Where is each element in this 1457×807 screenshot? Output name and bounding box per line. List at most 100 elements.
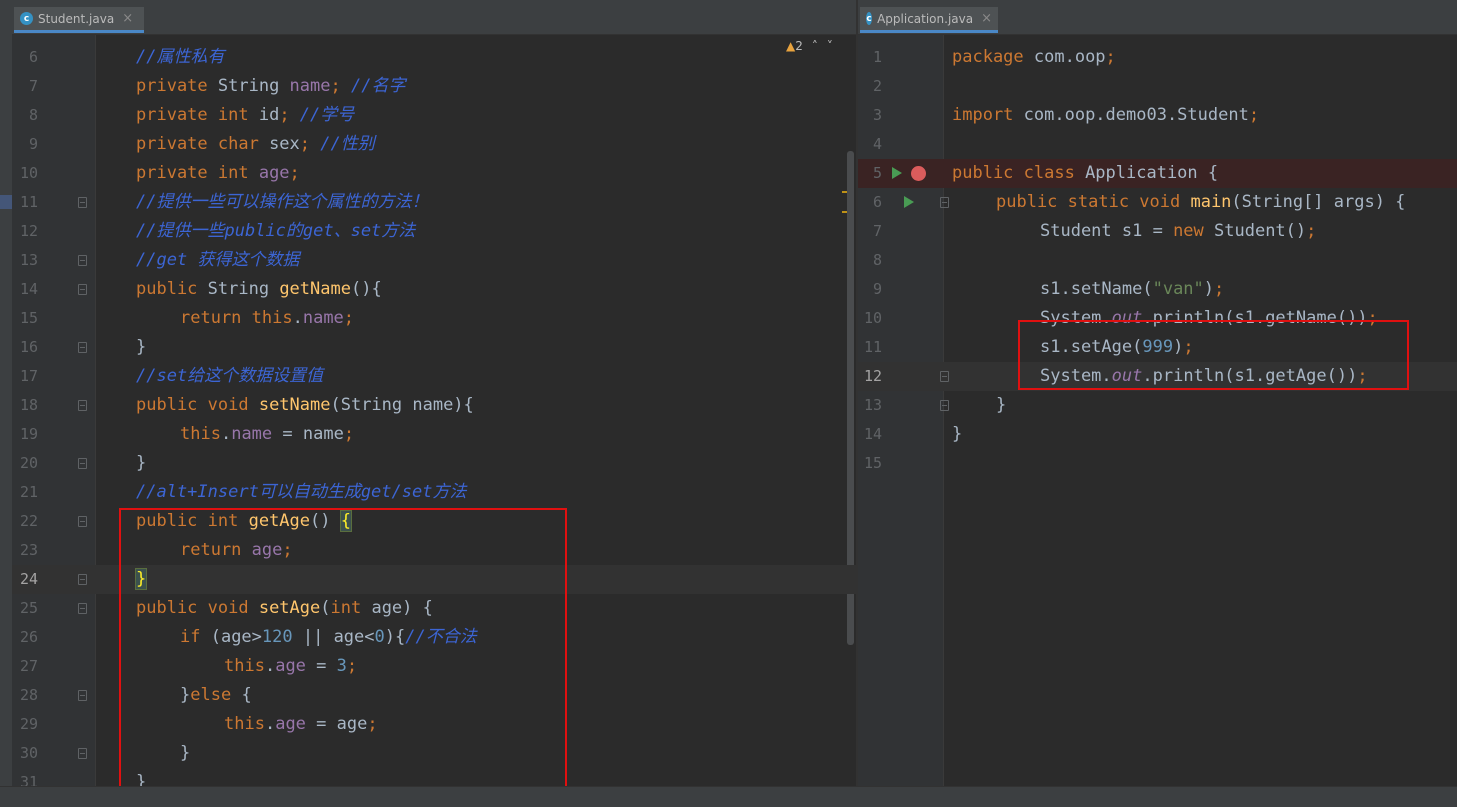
code-line[interactable]: 7 Student s1 = new Student(); [858, 217, 1457, 246]
code-token: sex [269, 134, 300, 154]
run-icon[interactable] [904, 196, 914, 208]
code-line[interactable]: 21 //alt+Insert可以自动生成get/set方法 [12, 478, 856, 507]
code-token: new [1173, 221, 1215, 241]
code-token: Application { [1085, 163, 1219, 183]
code-token: ; [1214, 279, 1225, 299]
code-line[interactable]: 17 //set给这个数据设置值 [12, 362, 856, 391]
code-text: return this.name; [180, 304, 354, 333]
code-token: import [952, 105, 1024, 125]
code-token: package [952, 47, 1034, 67]
fold-marker-icon[interactable] [78, 690, 87, 701]
tab-application-java[interactable]: c Application.java × [860, 7, 998, 33]
code-line[interactable]: 15 [858, 449, 1457, 478]
code-line[interactable]: 12 //提供一些public的get、set方法 [12, 217, 856, 246]
left-tab-bar: c Student.java × [12, 0, 856, 35]
code-line[interactable]: 19 this.name = name; [12, 420, 856, 449]
code-line[interactable]: 4 [858, 130, 1457, 159]
close-icon[interactable]: × [122, 11, 133, 26]
code-token: //提供一些public的get、set方法 [136, 221, 416, 241]
code-token: com.oop.demo03.Student [1023, 105, 1249, 125]
tool-strip-marker [0, 195, 12, 209]
code-line[interactable]: 1 package com.oop; [858, 43, 1457, 72]
fold-marker-icon[interactable] [940, 371, 949, 382]
code-token: String [207, 279, 280, 299]
code-line[interactable]: 6 //属性私有 [12, 43, 856, 72]
code-token: } [996, 395, 1007, 415]
code-line[interactable]: 13 //get 获得这个数据 [12, 246, 856, 275]
fold-marker-icon[interactable] [78, 284, 87, 295]
code-line[interactable]: 11 //提供一些可以操作这个属性的方法！ [12, 188, 856, 217]
line-number: 13 [863, 396, 882, 414]
line-number: 3 [872, 106, 882, 124]
line-number: 9 [28, 135, 38, 153]
fold-marker-icon[interactable] [940, 197, 949, 208]
code-text: public void setName(String name){ [136, 391, 474, 420]
annotation-box [119, 508, 567, 786]
code-text: } [136, 449, 146, 478]
code-token: //属性私有 [136, 47, 225, 67]
code-line[interactable]: 16} [12, 333, 856, 362]
code-line[interactable]: 9 private char sex; //性别 [12, 130, 856, 159]
code-token: name [231, 424, 273, 444]
line-number: 21 [19, 483, 38, 501]
status-bar [0, 786, 1457, 807]
fold-marker-icon[interactable] [78, 400, 87, 411]
code-token: ) [1203, 279, 1215, 299]
code-line[interactable]: 15 return this.name; [12, 304, 856, 333]
code-line[interactable]: 18 public void setName(String name){ [12, 391, 856, 420]
fold-marker-icon[interactable] [78, 603, 87, 614]
fold-marker-icon[interactable] [78, 516, 87, 527]
code-token: getName [279, 279, 351, 299]
code-text: public class Application { [952, 159, 1218, 188]
code-token: public [136, 279, 208, 299]
tab-student-java[interactable]: c Student.java × [14, 7, 144, 33]
fold-marker-icon[interactable] [78, 197, 87, 208]
code-token: this [180, 424, 221, 444]
code-token: Student() [1214, 221, 1307, 241]
code-line[interactable]: 3 import com.oop.demo03.Student; [858, 101, 1457, 130]
c-class-icon: c [20, 12, 33, 25]
code-line[interactable]: 8 private int id; //学号 [12, 101, 856, 130]
code-text: this.name = name; [180, 420, 354, 449]
fold-marker-icon[interactable] [940, 400, 949, 411]
fold-marker-icon[interactable] [78, 574, 87, 585]
breakpoint-icon[interactable] [911, 166, 926, 181]
code-line[interactable]: 8 [858, 246, 1457, 275]
code-text: //提供一些public的get、set方法 [136, 217, 415, 246]
code-line[interactable]: 2 [858, 72, 1457, 101]
code-line[interactable]: 20} [12, 449, 856, 478]
code-token: s1.setName( [1040, 279, 1153, 299]
code-token: } [136, 453, 147, 473]
code-token: . [292, 308, 303, 328]
code-token: ; [279, 105, 300, 125]
line-number: 14 [19, 280, 38, 298]
code-token: //get 获得这个数据 [136, 250, 300, 270]
code-line[interactable]: 5 public class Application { [858, 159, 1457, 188]
right-tab-bar: c Application.java × [858, 0, 1457, 35]
code-text: //get 获得这个数据 [136, 246, 299, 275]
code-token: private int [136, 105, 259, 125]
code-line[interactable]: 10 private int age; [12, 159, 856, 188]
close-icon[interactable]: × [981, 11, 992, 26]
code-line[interactable]: 9 s1.setName("van"); [858, 275, 1457, 304]
line-number: 24 [19, 570, 38, 588]
code-token: private [136, 76, 218, 96]
fold-marker-icon[interactable] [78, 458, 87, 469]
code-text: private char sex; //性别 [136, 130, 375, 159]
line-number: 19 [19, 425, 38, 443]
code-line[interactable]: 14} [858, 420, 1457, 449]
code-token: } [952, 424, 963, 444]
run-icon[interactable] [892, 167, 902, 179]
code-text: package com.oop; [952, 43, 1116, 72]
c-class-icon: c [866, 12, 873, 25]
right-editor[interactable]: 1 package com.oop; 2 3 import com.oop.demo03… [858, 35, 1457, 786]
code-token: //性别 [320, 134, 375, 154]
fold-marker-icon[interactable] [78, 748, 87, 759]
code-line[interactable]: 14 public String getName(){ [12, 275, 856, 304]
line-number: 20 [19, 454, 38, 472]
code-line[interactable]: 7 private String name; //名字 [12, 72, 856, 101]
fold-marker-icon[interactable] [78, 255, 87, 266]
code-text: import com.oop.demo03.Student; [952, 101, 1259, 130]
fold-marker-icon[interactable] [78, 342, 87, 353]
left-editor[interactable]: ▲2 ˄ ˅ 6//属性私有 7 private String name; //名字… [12, 35, 856, 786]
